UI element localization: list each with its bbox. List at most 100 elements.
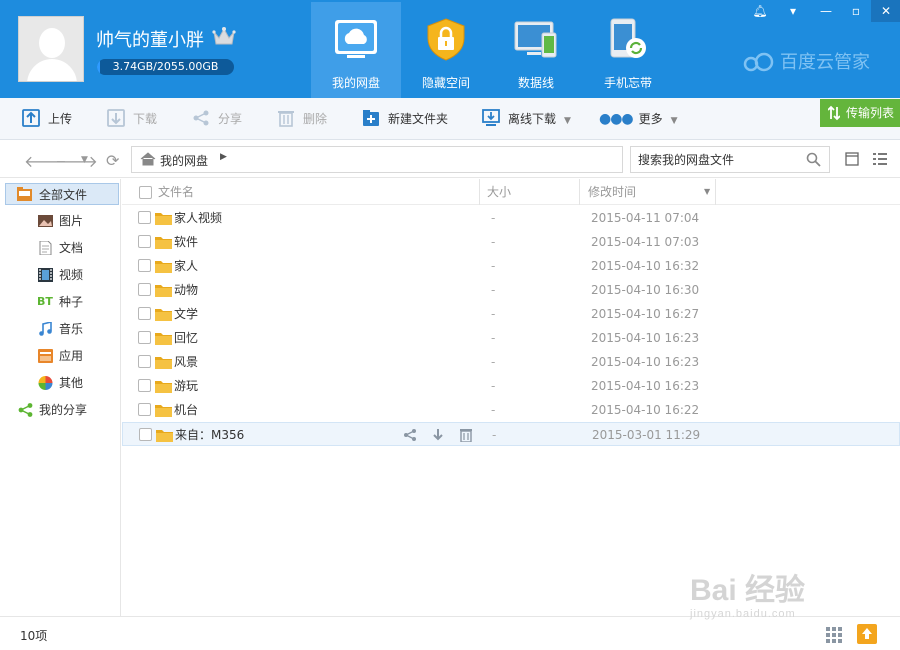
- column-header-modified[interactable]: 修改时间: [588, 179, 636, 205]
- table-row[interactable]: 动物 - 2015-04-10 16:30: [122, 278, 900, 302]
- close-icon: ✕: [880, 4, 892, 18]
- table-row[interactable]: 游玩 - 2015-04-10 16:23: [122, 374, 900, 398]
- breadcrumb[interactable]: 我的网盘 ▶: [131, 146, 623, 173]
- device-sync-icon: [514, 21, 557, 58]
- file-name[interactable]: 家人视频: [174, 206, 222, 230]
- more-button[interactable]: ●●● 更多 ▼: [599, 98, 678, 140]
- file-name[interactable]: 动物: [174, 278, 198, 302]
- quota-bar: 3.74GB/2055.00GB: [97, 59, 234, 75]
- select-all-checkbox[interactable]: [139, 186, 152, 199]
- row-delete-icon[interactable]: [459, 428, 473, 442]
- table-row[interactable]: 家人 - 2015-04-10 16:32: [122, 254, 900, 278]
- row-share-icon[interactable]: [403, 428, 417, 442]
- row-checkbox[interactable]: [138, 235, 151, 248]
- sidebar-item-my-share[interactable]: 我的分享: [0, 399, 121, 421]
- file-name[interactable]: 风景: [174, 350, 198, 374]
- sidebar-item-other[interactable]: 其他: [0, 372, 121, 394]
- upload-button[interactable]: 上传: [22, 98, 72, 140]
- search-input[interactable]: [638, 151, 798, 168]
- table-row[interactable]: 软件 - 2015-04-11 07:03: [122, 230, 900, 254]
- transfer-list-label: 传输列表: [846, 106, 895, 120]
- delete-label: 删除: [303, 112, 328, 126]
- tab-my-drive[interactable]: 我的网盘: [311, 2, 401, 98]
- tab-data-cable[interactable]: 数据线: [491, 2, 581, 98]
- forward-button[interactable]: 🡒: [55, 151, 98, 171]
- table-row[interactable]: 回忆 - 2015-04-10 16:23: [122, 326, 900, 350]
- file-name[interactable]: 软件: [174, 230, 198, 254]
- file-name[interactable]: 家人: [174, 254, 198, 278]
- sidebar-item-videos[interactable]: 视频: [0, 264, 121, 286]
- column-divider[interactable]: [715, 179, 716, 205]
- sidebar-item-torrents[interactable]: BT 种子: [0, 291, 121, 313]
- column-header-size[interactable]: 大小: [487, 179, 511, 205]
- sidebar-item-label: 种子: [59, 295, 84, 309]
- other-icon: [38, 376, 53, 390]
- row-checkbox[interactable]: [139, 428, 152, 441]
- breadcrumb-item[interactable]: 我的网盘: [160, 152, 208, 169]
- row-checkbox[interactable]: [138, 211, 151, 224]
- row-download-icon[interactable]: [431, 428, 445, 442]
- avatar[interactable]: [18, 16, 84, 82]
- sort-arrow-icon[interactable]: ▼: [704, 179, 710, 205]
- maximize-button[interactable]: ▫: [841, 0, 871, 22]
- list-view-icon[interactable]: [873, 152, 887, 166]
- tab-hidden-space[interactable]: 隐藏空间: [401, 2, 491, 98]
- close-button[interactable]: ✕: [871, 0, 900, 22]
- new-folder-button[interactable]: 新建文件夹: [362, 98, 448, 140]
- sidebar-item-music[interactable]: 音乐: [0, 318, 121, 340]
- lock-icon: [427, 18, 465, 61]
- file-name[interactable]: 回忆: [174, 326, 198, 350]
- file-size: -: [491, 403, 496, 417]
- sidebar-item-label: 视频: [59, 268, 84, 282]
- row-checkbox[interactable]: [138, 307, 151, 320]
- column-divider[interactable]: [579, 179, 580, 205]
- breadcrumb-arrow-icon[interactable]: ▶: [220, 152, 227, 162]
- sidebar-item-apps[interactable]: 应用: [0, 345, 121, 367]
- column-header-name[interactable]: 文件名: [158, 179, 194, 205]
- table-row[interactable]: 文学 - 2015-04-10 16:27: [122, 302, 900, 326]
- sidebar-item-documents[interactable]: 文档: [0, 237, 121, 259]
- sidebar-item-pictures[interactable]: 图片: [0, 210, 121, 232]
- file-size: -: [491, 379, 496, 393]
- folder-icon: [155, 237, 172, 249]
- file-modified: 2015-04-11 07:04: [591, 211, 700, 225]
- history-dropdown-icon[interactable]: ▼: [81, 155, 88, 165]
- row-checkbox[interactable]: [138, 379, 151, 392]
- menu-button[interactable]: ▾: [778, 0, 808, 22]
- transfer-list-button[interactable]: 传输列表: [820, 99, 900, 127]
- upload-float-button[interactable]: [857, 624, 877, 644]
- thumbnail-view-icon[interactable]: [845, 152, 859, 166]
- share-button[interactable]: 分享: [192, 98, 242, 140]
- file-name[interactable]: 文学: [174, 302, 198, 326]
- new-folder-icon: [363, 110, 379, 126]
- row-checkbox[interactable]: [138, 259, 151, 272]
- file-name[interactable]: 机台: [174, 398, 198, 422]
- table-row[interactable]: 家人视频 - 2015-04-11 07:04: [122, 206, 900, 230]
- table-row[interactable]: 风景 - 2015-04-10 16:23: [122, 350, 900, 374]
- download-button[interactable]: 下载: [107, 98, 157, 140]
- refresh-button[interactable]: ⟳: [106, 151, 119, 170]
- bell-icon: 🔔︎: [752, 4, 768, 18]
- table-row[interactable]: 来自：M356 - 2015-03-01 11:29: [122, 422, 900, 446]
- sidebar-item-label: 图片: [59, 214, 84, 228]
- notification-button[interactable]: 🔔︎: [745, 0, 775, 22]
- username[interactable]: 帅气的董小胖: [96, 26, 204, 52]
- column-divider[interactable]: [479, 179, 480, 205]
- delete-button[interactable]: 删除: [277, 98, 327, 140]
- row-checkbox[interactable]: [138, 331, 151, 344]
- tab-phone-forget[interactable]: 手机忘带: [583, 2, 673, 98]
- sidebar-item-all-files[interactable]: 全部文件: [5, 183, 119, 205]
- row-checkbox[interactable]: [138, 355, 151, 368]
- file-modified: 2015-04-10 16:27: [591, 307, 700, 321]
- row-checkbox[interactable]: [138, 403, 151, 416]
- search-icon[interactable]: [806, 152, 821, 167]
- grid-view-icon[interactable]: [826, 627, 842, 643]
- file-size: -: [492, 428, 497, 442]
- file-name[interactable]: 游玩: [174, 374, 198, 398]
- table-row[interactable]: 机台 - 2015-04-10 16:22: [122, 398, 900, 422]
- crown-icon[interactable]: [212, 26, 236, 48]
- row-checkbox[interactable]: [138, 283, 151, 296]
- file-name[interactable]: 来自：M356: [175, 423, 244, 447]
- minimize-button[interactable]: —: [811, 0, 841, 22]
- offline-download-button[interactable]: 离线下载 ▼: [482, 98, 571, 140]
